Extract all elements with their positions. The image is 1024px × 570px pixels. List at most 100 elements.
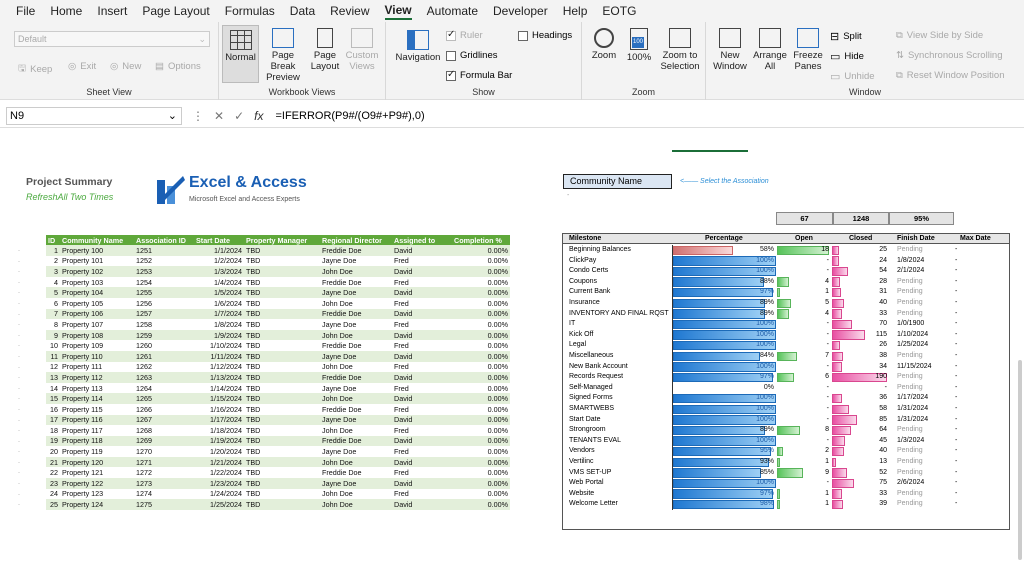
eye-plus-icon: ◎ [110, 61, 119, 72]
table-row[interactable]: 25 Property 124 1275 1/25/2024 TBD John Doe Da… [46, 499, 510, 510]
milestone-row[interactable]: ClickPay 100% - 24 1/8/2024 - [563, 255, 1009, 267]
milestone-row[interactable]: IT 100% - 70 1/0/1900 - [563, 319, 1009, 330]
table-row[interactable]: 23 Property 122 1273 1/23/2024 TBD Jayne Doe D… [46, 478, 510, 489]
community-name-select[interactable]: Community Name [563, 174, 672, 189]
sync-scroll-button[interactable]: ⇅ Synchronous Scrolling [896, 50, 1003, 61]
menu-tab-view[interactable]: View [384, 3, 412, 20]
freeze-panes-button[interactable]: Freeze Panes [790, 28, 826, 72]
milestone-row[interactable]: Self-Managed 0% - - Pending - [563, 382, 1009, 394]
milestone-row[interactable]: Current Bank 97% 1 31 Pending - [563, 287, 1009, 298]
unhide-button[interactable]: ▭ Unhide [830, 70, 875, 83]
new-window-button[interactable]: New Window [711, 28, 749, 72]
zoom-selection-button[interactable]: Zoom to Selection [658, 28, 702, 72]
formula-input[interactable]: =IFERROR(P9#/(O9#+P9#),0) [275, 110, 424, 122]
vertical-scrollbar[interactable] [1018, 360, 1022, 560]
menu-tab-file[interactable]: File [16, 4, 35, 18]
milestone-row[interactable]: Legal 100% - 26 1/25/2024 - [563, 340, 1009, 351]
table-row[interactable]: 17 Property 116 1267 1/17/2024 TBD Jayne Doe D… [46, 414, 510, 426]
menu-tab-data[interactable]: Data [290, 4, 315, 18]
enter-icon[interactable]: ✓ [234, 109, 244, 123]
zoom-100-button[interactable]: 100 100% [622, 28, 656, 63]
milestone-row[interactable]: Vertilinc 93% 1 13 Pending - [563, 457, 1009, 468]
milestone-row[interactable]: New Bank Account 100% - 34 11/15/2024 - [563, 361, 1009, 373]
table-row[interactable]: 5 Property 104 1255 1/5/2024 TBD Jayne Doe Dav… [46, 287, 510, 298]
table-row[interactable]: 13 Property 112 1263 1/13/2024 TBD Freddie Do… [46, 372, 510, 383]
new-button[interactable]: ◎ New [110, 61, 141, 72]
milestone-row[interactable]: Beginning Balances 58% 18 25 Pending - [563, 245, 1009, 256]
milestone-row[interactable]: Website 97% 1 33 Pending - [563, 488, 1009, 500]
sheet-view-dropdown[interactable]: Default ⌄ [14, 31, 210, 47]
worksheet[interactable]: Project Summary RefreshAll Two Times Exc… [0, 128, 1024, 570]
table-row[interactable]: 1 Property 100 1251 1/1/2024 TBD Freddie Doe D… [46, 245, 510, 256]
table-row[interactable]: 6 Property 105 1256 1/6/2024 TBD John Doe Fred… [46, 298, 510, 309]
headings-checkbox[interactable]: Headings [518, 30, 572, 41]
milestone-row[interactable]: Strongroom 89% 8 64 Pending - [563, 425, 1009, 436]
menu-tab-review[interactable]: Review [330, 4, 369, 18]
menu-tab-insert[interactable]: Insert [97, 4, 127, 18]
table-row[interactable]: 18 Property 117 1268 1/18/2024 TBD John Doe Fr… [46, 425, 510, 436]
formula-bar-checkbox[interactable]: Formula Bar [446, 69, 512, 81]
table-row[interactable]: 14 Property 113 1264 1/14/2024 TBD Jayne Doe F… [46, 383, 510, 394]
menu-tab-eotg[interactable]: EOTG [602, 4, 636, 18]
options-button[interactable]: ▤ Options [155, 61, 201, 72]
menu-tab-developer[interactable]: Developer [493, 4, 548, 18]
table-row[interactable]: 19 Property 118 1269 1/19/2024 TBD Freddie Do… [46, 435, 510, 447]
milestone-row[interactable]: Condo Certs 100% - 54 2/1/2024 - [563, 266, 1009, 277]
milestone-row[interactable]: Web Portal 100% - 75 2/6/2024 - [563, 478, 1009, 489]
table-row[interactable]: 24 Property 123 1274 1/24/2024 TBD John Doe Fr… [46, 489, 510, 500]
table-row[interactable]: 11 Property 110 1261 1/11/2024 TBD Jayne Doe D… [46, 350, 510, 362]
milestone-row[interactable]: Welcome Letter 98% 1 39 Pending - [563, 499, 1009, 510]
keep-button[interactable]: 🖫 Keep [18, 61, 52, 77]
page-break-preview-button[interactable]: Page Break Preview [261, 28, 305, 83]
zoom-button[interactable]: Zoom [588, 28, 620, 61]
table-row[interactable]: 20 Property 119 1270 1/20/2024 TBD Jayne Doe F… [46, 446, 510, 457]
menu-tab-home[interactable]: Home [50, 4, 82, 18]
cancel-icon[interactable]: ✕ [214, 109, 224, 123]
milestone-row[interactable]: Records Request 97% 6 190 Pending - [563, 372, 1009, 383]
menu-tab-help[interactable]: Help [563, 4, 588, 18]
menu-tab-page-layout[interactable]: Page Layout [142, 4, 209, 18]
table-row[interactable]: 2 Property 101 1252 1/2/2024 TBD Jayne Doe Fre… [46, 256, 510, 267]
exit-button[interactable]: ◎ Exit [68, 61, 96, 72]
split-button[interactable]: ⊟ Split [830, 30, 862, 43]
name-box[interactable]: N9 ⌄ [6, 106, 182, 125]
menu-bar: File Home Insert Page Layout Formulas Data Rev… [0, 0, 1024, 22]
table-row[interactable]: 12 Property 111 1262 1/12/2024 TBD John Doe Fr… [46, 362, 510, 373]
milestone-row[interactable]: SMARTWEBS 100% - 58 1/31/2024 - [563, 404, 1009, 415]
milestone-row[interactable]: Vendors 95% 2 40 Pending - [563, 446, 1009, 457]
hide-button[interactable]: ▭ Hide [830, 50, 864, 63]
milestone-row[interactable]: INVENTORY AND FINAL RQST 89% 4 33 Pending - [563, 308, 1009, 320]
table-row[interactable]: 10 Property 109 1260 1/10/2024 TBD Freddie Do… [46, 340, 510, 351]
milestone-row[interactable]: Miscellaneous 84% 7 38 Pending - [563, 351, 1009, 362]
table-row[interactable]: 21 Property 120 1271 1/21/2024 TBD John Doe Da… [46, 456, 510, 468]
gridlines-checkbox[interactable]: Gridlines [446, 50, 498, 61]
fx-icon[interactable]: fx [254, 109, 263, 123]
table-row[interactable]: 7 Property 106 1257 1/7/2024 TBD Freddie Doe D… [46, 308, 510, 320]
table-row[interactable]: 16 Property 115 1266 1/16/2024 TBD Freddie Do… [46, 404, 510, 415]
reset-position-button[interactable]: ⧉ Reset Window Position [896, 70, 1004, 81]
menu-tab-formulas[interactable]: Formulas [225, 4, 275, 18]
table-row[interactable]: 15 Property 114 1265 1/15/2024 TBD John Doe Da… [46, 393, 510, 404]
table-row[interactable]: 22 Property 121 1272 1/22/2024 TBD Freddie Do… [46, 467, 510, 478]
normal-view-button[interactable]: Normal [222, 25, 259, 83]
milestone-row[interactable]: Signed Forms 100% - 36 1/17/2024 - [563, 393, 1009, 404]
table-row[interactable]: 3 Property 102 1253 1/3/2024 TBD John Doe Davi… [46, 266, 510, 277]
milestone-row[interactable]: Insurance 89% 5 40 Pending - [563, 298, 1009, 309]
menu-tab-automate[interactable]: Automate [427, 4, 478, 18]
table-row[interactable]: 9 Property 108 1259 1/9/2024 TBD John Doe Davi… [46, 329, 510, 341]
navigation-button[interactable]: Navigation [394, 30, 442, 63]
ruler-checkbox[interactable]: Ruler [446, 29, 483, 41]
milestone-row[interactable]: VMS SET-UP 85% 9 52 Pending - [563, 467, 1009, 479]
page-layout-button[interactable]: Page Layout [308, 28, 342, 72]
table-row[interactable]: 4 Property 103 1254 1/4/2024 TBD Freddie Doe F… [46, 277, 510, 288]
milestone-row[interactable]: Kick Off 100% - 115 1/10/2024 - [563, 329, 1009, 341]
table-cell: TBD [246, 489, 261, 499]
view-side-by-side-button[interactable]: ⧉ View Side by Side [896, 30, 983, 41]
arrange-all-button[interactable]: Arrange All [751, 28, 789, 72]
table-row[interactable]: 8 Property 107 1258 1/8/2024 TBD Jayne Doe Fre… [46, 319, 510, 330]
column-header: Regional Director [320, 235, 392, 245]
milestone-row[interactable]: Coupons 88% 4 28 Pending - [563, 276, 1009, 288]
milestone-row[interactable]: Start Date 100% - 85 1/31/2024 - [563, 414, 1009, 426]
milestone-row[interactable]: TENANTS EVAL 100% - 45 1/3/2024 - [563, 435, 1009, 447]
custom-views-button[interactable]: Custom Views [343, 28, 381, 72]
